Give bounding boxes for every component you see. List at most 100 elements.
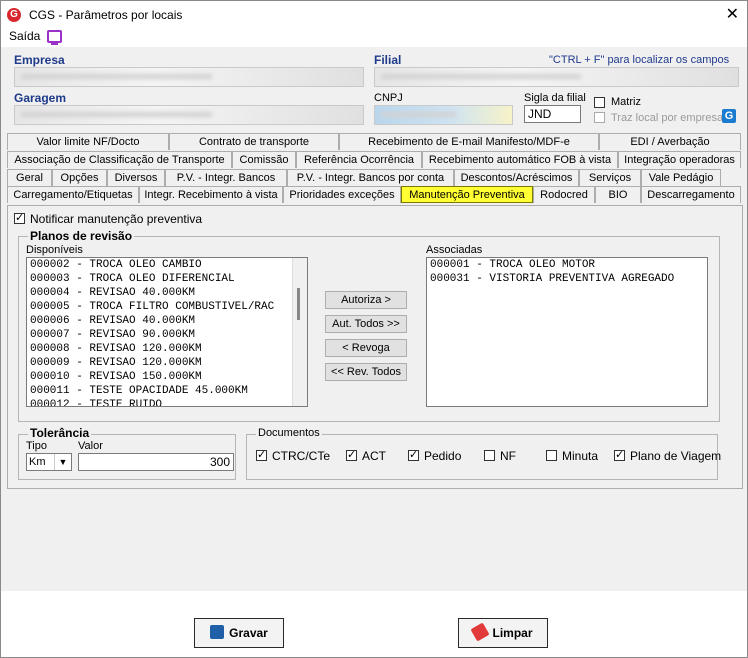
tab-descarregamento[interactable]: Descarregamento [641,186,741,203]
empresa-label: Empresa [14,53,65,67]
documento-label: Plano de Viagem [630,449,722,463]
title-bar: G CGS - Parâmetros por locais ✕ [1,1,747,29]
tab-bio[interactable]: BIO [595,186,641,203]
tab-pv-integr-bancos-conta[interactable]: P.V. - Integr. Bancos por conta [287,169,454,186]
valor-input[interactable] [78,453,234,471]
associadas-label: Associadas [426,244,483,256]
tab-integr-recebimento-vista[interactable]: Integr. Recebimento à vista [139,186,283,203]
cnpj-label: CNPJ [374,92,403,104]
filial-field[interactable] [374,67,739,87]
disponiveis-item[interactable]: 000010 - REVISAO 150.000KM [27,370,307,384]
tab-descontos-acrescimos[interactable]: Descontos/Acréscimos [454,169,579,186]
tab-edi-averbacao[interactable]: EDI / Averbação [599,133,741,150]
sigla-label: Sigla da filial [524,92,586,104]
tab-opcoes[interactable]: Opções [52,169,107,186]
matriz-checkbox[interactable] [594,97,605,108]
tab-integracao-operadoras[interactable]: Integração operadoras [618,151,741,168]
documento-checkbox[interactable] [484,450,495,461]
associadas-item[interactable]: 000001 - TROCA OLEO MOTOR [427,258,707,272]
disponiveis-item[interactable]: 000008 - REVISAO 120.000KM [27,342,307,356]
cnpj-field[interactable] [374,105,513,125]
tipo-label: Tipo [26,440,47,452]
notificar-checkbox[interactable] [14,211,25,224]
disponiveis-list[interactable]: 000002 - TROCA OLEO CAMBIO 000003 - TROCA… [26,257,308,407]
tab-valor-limite[interactable]: Valor limite NF/Docto [7,133,169,150]
content-area: Empresa Filial "CTRL + F" para localizar… [1,47,747,591]
associadas-list[interactable]: 000001 - TROCA OLEO MOTOR 000031 - VISTOR… [426,257,708,407]
filial-label: Filial [374,53,402,67]
tab-diversos[interactable]: Diversos [107,169,165,186]
disponiveis-item[interactable]: 000004 - REVISAO 40.000KM [27,286,307,300]
tab-pv-integr-bancos[interactable]: P.V. - Integr. Bancos [165,169,287,186]
tab-rodocred[interactable]: Rodocred [533,186,595,203]
close-icon[interactable]: ✕ [726,4,739,24]
disponiveis-item[interactable]: 000012 - TESTE RUIDO [27,398,307,406]
tab-row-3: Geral Opções Diversos P.V. - Integr. Ban… [7,169,721,187]
disponiveis-item[interactable]: 000002 - TROCA OLEO CAMBIO [27,258,307,272]
rev-todos-button[interactable]: << Rev. Todos [325,363,407,381]
disponiveis-item[interactable]: 000011 - TESTE OPACIDADE 45.000KM [27,384,307,398]
garagem-label: Garagem [14,91,67,105]
documento-label: Minuta [562,449,599,463]
valor-label: Valor [78,440,103,452]
disponiveis-label: Disponíveis [26,244,83,256]
tipo-value: Km [29,456,46,468]
empresa-field[interactable] [14,67,364,87]
documento-label: Pedido [424,449,462,463]
documento-checkbox[interactable] [614,448,625,461]
disponiveis-item[interactable]: 000006 - REVISAO 40.000KM [27,314,307,328]
associadas-item[interactable]: 000031 - VISTORIA PREVENTIVA AGREGADO [427,272,707,286]
aut-todos-button[interactable]: Aut. Todos >> [325,315,407,333]
disponiveis-item[interactable]: 000007 - REVISAO 90.000KM [27,328,307,342]
documento-checkbox[interactable] [408,448,419,461]
tab-contrato-transporte[interactable]: Contrato de transporte [169,133,339,150]
manutencao-panel: Notificar manutenção preventiva Planos d… [7,205,743,489]
ctrl-f-tip: "CTRL + F" para localizar os campos [549,54,730,66]
tab-recebimento-fob[interactable]: Recebimento automático FOB à vista [422,151,618,168]
autoriza-button[interactable]: Autoriza > [325,291,407,309]
main-window: G CGS - Parâmetros por locais ✕ Saída Em… [0,0,748,658]
documentos-title: Documentos [256,427,322,439]
gravar-label: Gravar [229,626,268,640]
garagem-field[interactable] [14,105,364,125]
tab-servicos[interactable]: Serviços [579,169,641,186]
tab-recebimento-email[interactable]: Recebimento de E-mail Manifesto/MDF-e [339,133,599,150]
tipo-select[interactable]: Km ▼ [26,453,72,471]
sigla-input[interactable] [524,105,581,123]
save-icon [210,625,225,639]
disponiveis-scrollbar[interactable] [292,258,307,406]
tab-associacao-classificacao[interactable]: Associação de Classificação de Transport… [7,151,232,168]
tab-prioridades-excecoes[interactable]: Prioridades exceções [283,186,401,203]
tolerancia-title: Tolerância [28,426,92,440]
planos-title: Planos de revisão [28,229,135,243]
menu-saida[interactable]: Saída [9,29,40,43]
tab-vale-pedagio[interactable]: Vale Pedágio [641,169,721,186]
documento-checkbox[interactable] [346,448,357,461]
limpar-button[interactable]: Limpar [458,618,548,648]
menu-bar: Saída [1,29,747,47]
g-icon[interactable]: G [722,109,736,123]
documento-checkbox[interactable] [256,448,267,461]
tab-row-1: Valor limite NF/Docto Contrato de transp… [7,133,741,151]
window-title: CGS - Parâmetros por locais [29,8,183,22]
documento-label: CTRC/CTe [272,449,331,463]
monitor-icon[interactable] [47,30,62,45]
documento-checkbox[interactable] [546,450,557,461]
tab-manutencao-preventiva[interactable]: Manutenção Preventiva [401,186,533,203]
tab-carregamento-etiquetas[interactable]: Carregamento/Etiquetas [7,186,139,203]
tab-geral[interactable]: Geral [7,169,52,186]
disponiveis-item[interactable]: 000005 - TROCA FILTRO COMBUSTIVEL/RAC [27,300,307,314]
tab-referencia-ocorrencia[interactable]: Referência Ocorrência [296,151,422,168]
tab-comissao[interactable]: Comissão [232,151,296,168]
traz-local-checkbox[interactable] [594,112,605,123]
gravar-button[interactable]: Gravar [194,618,284,648]
disponiveis-item[interactable]: 000009 - REVISAO 120.000KM [27,356,307,370]
tab-row-4: Carregamento/Etiquetas Integr. Recebimen… [7,186,741,204]
scroll-thumb[interactable] [297,288,300,320]
tab-row-2: Associação de Classificação de Transport… [7,151,741,169]
disponiveis-item[interactable]: 000003 - TROCA OLEO DIFERENCIAL [27,272,307,286]
chevron-down-icon[interactable]: ▼ [54,454,71,470]
revoga-button[interactable]: < Revoga [325,339,407,357]
documento-label: NF [500,449,516,463]
app-logo: G [7,8,21,22]
